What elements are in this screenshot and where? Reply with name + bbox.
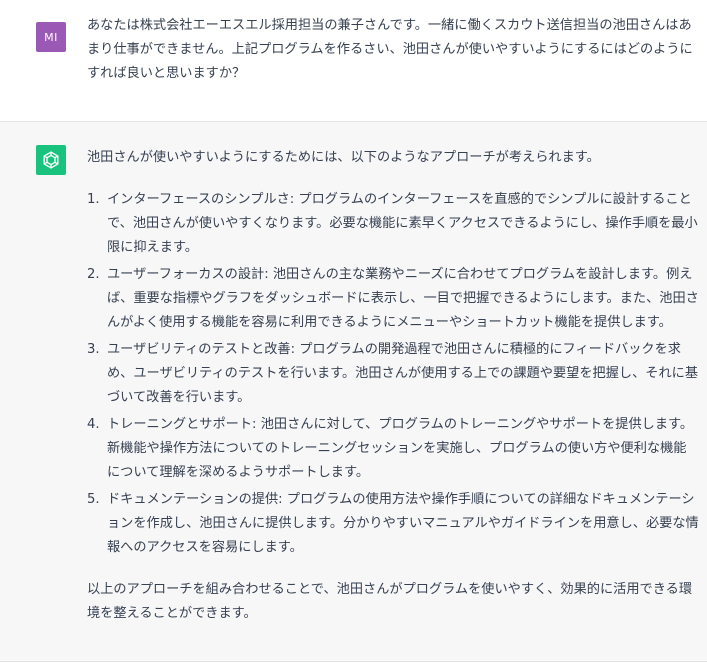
assistant-avatar — [36, 145, 66, 175]
list-item-number: 5. — [87, 492, 100, 507]
list-item-text: ドキュメンテーションの提供: プログラムの使用方法や操作手順についての詳細なドキ… — [107, 492, 699, 555]
list-item-number: 1. — [87, 192, 100, 207]
openai-logo-icon — [43, 151, 59, 169]
approach-list: 1. インターフェースのシンプルさ: プログラムのインターフェースを直感的でシン… — [87, 188, 699, 560]
list-item-text: ユーザビリティのテストと改善: プログラムの開発過程で池田さんに積極的にフィード… — [107, 342, 699, 405]
list-item: 5. ドキュメンテーションの提供: プログラムの使用方法や操作手順についての詳細… — [87, 488, 699, 560]
list-item: 3. ユーザビリティのテストと改善: プログラムの開発過程で池田さんに積極的にフ… — [87, 338, 699, 410]
list-item: 2. ユーザーフォーカスの設計: 池田さんの主な業務やニーズに合わせてプログラム… — [87, 263, 699, 335]
list-item: 1. インターフェースのシンプルさ: プログラムのインターフェースを直感的でシン… — [87, 188, 699, 260]
assistant-message-body: 池田さんが使いやすいようにするためには、以下のようなアプローチが考えられます。 … — [87, 146, 699, 626]
list-item-number: 3. — [87, 342, 100, 357]
list-item-text: インターフェースのシンプルさ: プログラムのインターフェースを直感的でシンプルに… — [107, 192, 698, 255]
list-item-number: 4. — [87, 417, 100, 432]
assistant-message: 池田さんが使いやすいようにするためには、以下のようなアプローチが考えられます。 … — [0, 122, 707, 662]
user-message: MI あなたは株式会社エーエスエル採用担当の兼子さんです。一緒に働くスカウト送信… — [0, 0, 707, 122]
chat-thread: MI あなたは株式会社エーエスエル採用担当の兼子さんです。一緒に働くスカウト送信… — [0, 0, 707, 662]
user-avatar: MI — [36, 22, 66, 52]
user-message-text: あなたは株式会社エーエスエル採用担当の兼子さんです。一緒に働くスカウト送信担当の… — [87, 18, 693, 81]
list-item-text: ユーザーフォーカスの設計: 池田さんの主な業務やニーズに合わせてプログラムを設計… — [107, 267, 699, 330]
list-item-text: トレーニングとサポート: 池田さんに対して、プログラムのトレーニングやサポートを… — [107, 417, 694, 480]
assistant-intro: 池田さんが使いやすいようにするためには、以下のようなアプローチが考えられます。 — [87, 150, 600, 165]
list-item: 4. トレーニングとサポート: 池田さんに対して、プログラムのトレーニングやサポ… — [87, 413, 699, 485]
assistant-conclusion: 以上のアプローチを組み合わせることで、池田さんがプログラムを使いやすく、効果的に… — [87, 582, 693, 621]
list-item-number: 2. — [87, 267, 100, 282]
